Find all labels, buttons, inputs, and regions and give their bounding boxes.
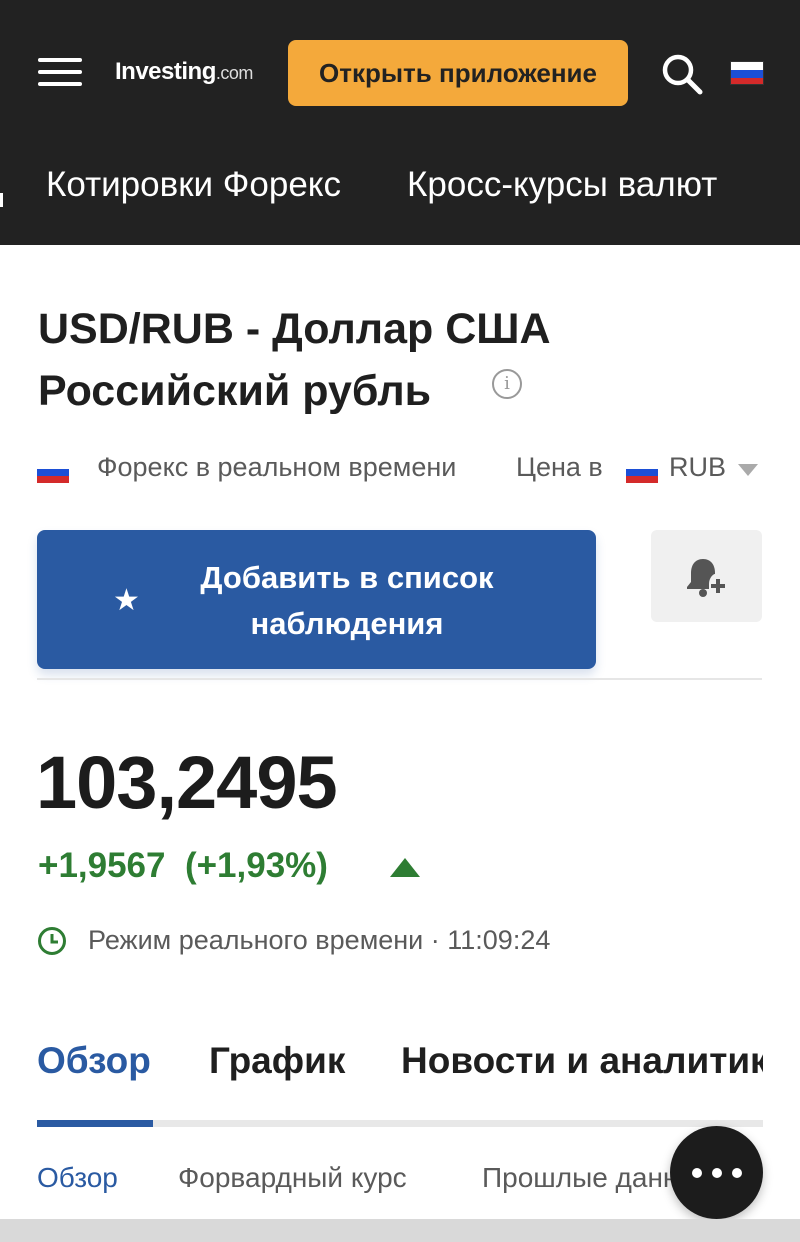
section-divider (37, 678, 762, 680)
info-icon[interactable]: i (492, 369, 522, 399)
watchlist-label: Добавить в список наблюдения (157, 555, 537, 647)
chevron-down-icon[interactable] (738, 464, 758, 476)
menu-icon[interactable] (38, 58, 82, 86)
create-alert-button[interactable] (651, 530, 762, 622)
watchlist-label-line1: Добавить в список (200, 560, 494, 595)
market-label: Форекс в реальном времени (97, 452, 457, 482)
realtime-mode-label: Режим реального времени (88, 925, 424, 955)
watchlist-label-line2: наблюдения (250, 606, 444, 641)
main-tabs: Обзор График Новости и аналитика (37, 1040, 763, 1088)
tab-indicator-track (37, 1120, 763, 1127)
russia-flag-icon (626, 462, 658, 483)
category-nav: Котировки Форекс Кросс-курсы валют (0, 165, 800, 215)
nav-scroll-edge (0, 193, 3, 207)
investing-logo[interactable]: Investing.com (115, 58, 253, 86)
tab-indicator-active (37, 1120, 153, 1127)
currency-value: RUB (669, 452, 727, 482)
open-app-button[interactable]: Открыть приложение (288, 40, 628, 106)
title-line-1: USD/RUB - Доллар США (38, 305, 551, 353)
dot (692, 1168, 702, 1178)
search-icon[interactable] (660, 52, 704, 96)
currency-select[interactable]: RUB (669, 452, 726, 483)
russia-flag-icon[interactable] (730, 61, 764, 85)
page-title: USD/RUB - Доллар США Российский рубль (38, 298, 758, 422)
quote-time: 11:09:24 (447, 925, 551, 955)
tab-overview[interactable]: Обзор (37, 1040, 151, 1082)
change-value: +1,9567 (38, 846, 166, 885)
dot (712, 1168, 722, 1178)
logo-suffix: .com (215, 63, 254, 83)
logo-main: Investing (115, 58, 216, 85)
subtab-overview[interactable]: Обзор (37, 1162, 118, 1194)
top-header: Investing.com Открыть приложение Котиров… (0, 0, 800, 245)
dot (732, 1168, 742, 1178)
tab-news-analytics[interactable]: Новости и аналитика (401, 1040, 763, 1082)
russia-flag-icon (37, 462, 69, 483)
realtime-status: Режим реального времени · 11:09:24 (88, 925, 551, 955)
subtab-forward-rate[interactable]: Форвардный курс (178, 1162, 407, 1194)
more-options-button[interactable] (670, 1126, 763, 1219)
current-price: 103,2495 (36, 741, 338, 824)
nav-item-cross-rates[interactable]: Кросс-курсы валют (407, 165, 717, 205)
price-in-label: Цена в (516, 452, 603, 482)
title-line-2: Российский рубль (38, 367, 432, 415)
bell-plus-icon (687, 559, 725, 597)
change-percent: (+1,93%) (184, 846, 328, 885)
add-to-watchlist-button[interactable]: ★ Добавить в список наблюдения (37, 530, 596, 669)
up-arrow-icon (390, 858, 420, 877)
tab-chart[interactable]: График (209, 1040, 345, 1082)
clock-icon (38, 927, 66, 955)
bottom-bar (0, 1219, 800, 1242)
sub-tabs: Обзор Форвардный курс Прошлые данные (37, 1162, 763, 1202)
price-change: +1,9567 (+1,93%) (38, 846, 328, 886)
nav-item-forex-quotes[interactable]: Котировки Форекс (46, 165, 341, 205)
star-icon: ★ (113, 584, 140, 617)
